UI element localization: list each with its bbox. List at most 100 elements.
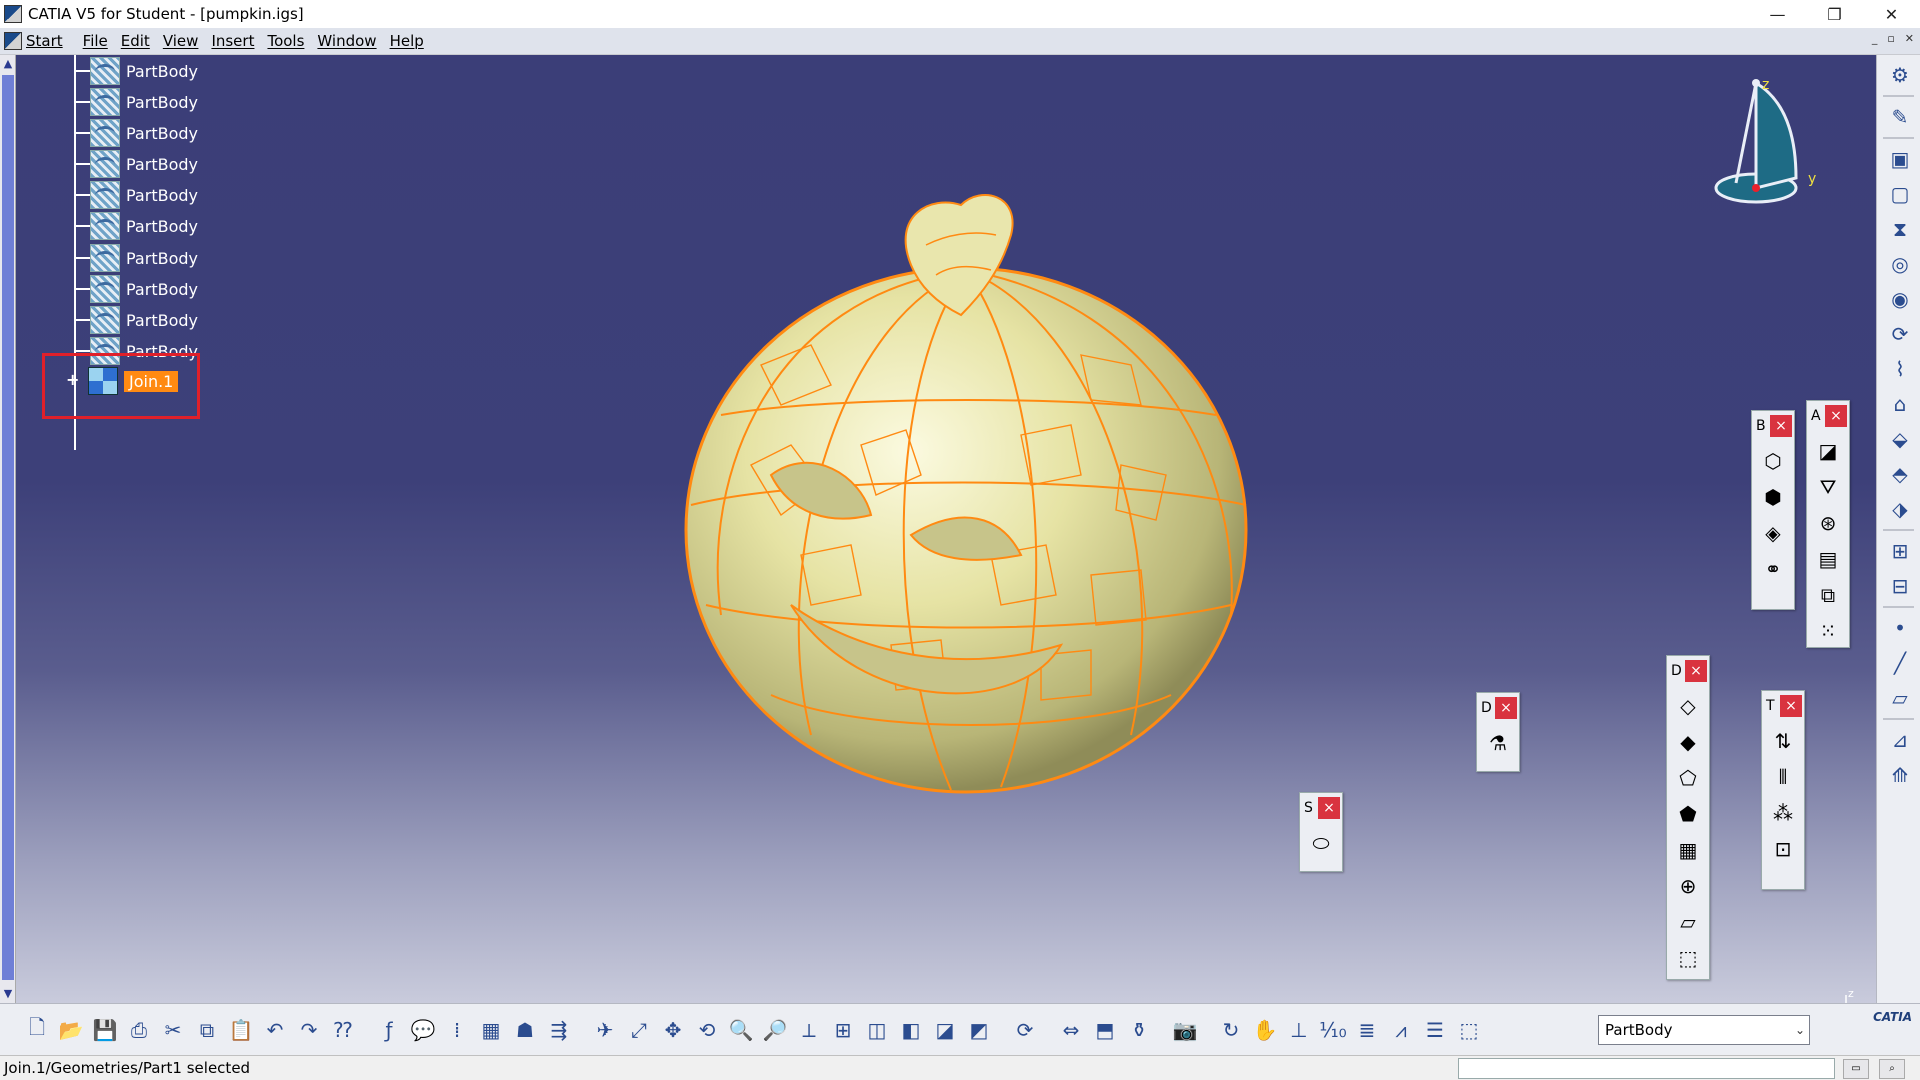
draft-analysis-icon[interactable]: ⚗ [1482,727,1514,759]
hole-icon[interactable]: ◉ [1885,284,1915,314]
close-button[interactable]: ✕ [1863,0,1920,28]
dressup-thickness-icon[interactable]: ▦ [1672,834,1704,866]
current-body-combo[interactable]: PartBody ⌄ [1598,1015,1810,1045]
analysis-surface-icon[interactable]: ◪ [1812,435,1844,467]
catalog-icon[interactable]: ☗ [510,1013,540,1047]
undo-icon[interactable]: ↶ [260,1013,290,1047]
tree-item-partbody[interactable]: PartBody [74,56,198,86]
axis-icon[interactable]: ⊥ [1284,1013,1314,1047]
tree-item-partbody[interactable]: PartBody [74,243,198,273]
floating-toolbar-b[interactable]: B × ⬡ ⬢ ◈ ⚭ [1751,410,1795,610]
groove-icon[interactable]: ◎ [1885,249,1915,279]
annotation-icon[interactable]: ⟰ [1885,760,1915,790]
mdi-restore-button[interactable]: ▫ [1887,32,1894,45]
solid-combine-icon[interactable]: ⬘ [1885,459,1915,489]
slot-icon[interactable]: ⌇ [1885,354,1915,384]
new-file-icon[interactable]: 🗋 [22,1013,52,1047]
floating-toolbar-a[interactable]: A × ◪ ⛛ ⊛ ▤ ⧉ ⁙ [1806,400,1850,648]
tree-item-partbody[interactable]: PartBody [74,118,198,148]
constraint-icon[interactable]: ⊿ [1885,725,1915,755]
tree-scrollbar[interactable]: ▲ ▼ [0,55,16,1003]
surface-based-icon[interactable]: ⬭ [1305,827,1337,859]
scroll-thumb[interactable] [2,75,14,980]
normal-view-icon[interactable]: ⟂ [794,1013,824,1047]
comment-icon[interactable]: 💬 [408,1013,438,1047]
snap-to-point-icon[interactable]: ⇔ [1056,1013,1086,1047]
compass-icon[interactable]: z y [1696,73,1836,213]
insert-body-icon[interactable]: ⊟ [1885,571,1915,601]
dressup-remove-face-icon[interactable]: ▱ [1672,906,1704,938]
iso-view-icon[interactable]: ◫ [862,1013,892,1047]
floating-toolbar-d1[interactable]: D × ◇ ◆ ⬠ ⬟ ▦ ⊕ ▱ ⬚ [1666,655,1710,980]
knowledge-icon[interactable]: ⁞ [442,1013,472,1047]
list-icon[interactable]: ☰ [1420,1013,1450,1047]
hide-show-icon[interactable]: ◪ [930,1013,960,1047]
redo-icon[interactable]: ↷ [294,1013,324,1047]
rotate-icon[interactable]: ⟲ [692,1013,722,1047]
dressup-chamfer-icon[interactable]: ◆ [1672,726,1704,758]
analysis-connect-icon[interactable]: ⊛ [1812,507,1844,539]
tree-item-partbody[interactable]: PartBody [74,149,198,179]
axis-system-icon[interactable]: ⊞ [1885,536,1915,566]
update-icon[interactable]: ⟳ [1010,1013,1040,1047]
open-folder-icon[interactable]: 📂 [56,1013,86,1047]
compass-toggle-icon[interactable]: ▭ [1843,1059,1869,1079]
union-trim-icon[interactable]: ⚭ [1757,553,1789,585]
toolbar-close-button[interactable]: × [1495,697,1517,719]
scroll-down-arrow[interactable]: ▼ [1,987,15,1001]
restore-button[interactable]: ❐ [1806,0,1863,28]
plane-icon[interactable]: ▱ [1885,683,1915,713]
dressup-replace-face-icon[interactable]: ⬚ [1672,942,1704,974]
chevron-down-icon[interactable]: ⌄ [1795,1016,1805,1044]
toolbar-close-button[interactable]: × [1780,695,1802,717]
dressup-thread-icon[interactable]: ⊕ [1672,870,1704,902]
search-icon[interactable]: ⌕ [1879,1059,1905,1079]
tree-item-partbody[interactable]: PartBody [74,305,198,335]
transform-scale-icon[interactable]: ⊡ [1767,833,1799,865]
graph-icon[interactable]: ⩘ [1386,1013,1416,1047]
bottle-icon[interactable]: ⚱ [1124,1013,1154,1047]
transform-translate-icon[interactable]: ⇅ [1767,725,1799,757]
tree-item-partbody[interactable]: PartBody [74,87,198,117]
swap-space-icon[interactable]: ◩ [964,1013,994,1047]
floating-toolbar-d2[interactable]: D × ⚗ [1476,692,1520,772]
pad-icon[interactable]: ▣ [1885,144,1915,174]
toolbar-close-button[interactable]: × [1685,660,1707,682]
table-icon[interactable]: ▦ [476,1013,506,1047]
toolbar-close-button[interactable]: × [1770,415,1792,437]
multi-section-icon[interactable]: ⬗ [1885,494,1915,524]
workbench-icon[interactable]: ⬒ [1090,1013,1120,1047]
work-object-icon[interactable]: ⬚ [1454,1013,1484,1047]
fit-all-icon[interactable]: ⤢ [624,1013,654,1047]
boolean-intersect-icon[interactable]: ◈ [1757,517,1789,549]
3d-viewport[interactable]: PartBody PartBody PartBody PartBody Part… [16,55,1876,1035]
paste-icon[interactable]: 📋 [226,1013,256,1047]
transform-pattern-icon[interactable]: ⁂ [1767,797,1799,829]
point-icon[interactable]: • [1885,613,1915,643]
camera-icon[interactable]: 📷 [1170,1013,1200,1047]
pan-icon[interactable]: ✥ [658,1013,688,1047]
dressup-draft-icon[interactable]: ⬠ [1672,762,1704,794]
hand-icon[interactable]: ✋ [1250,1013,1280,1047]
tree-item-partbody[interactable]: PartBody [74,180,198,210]
zoom-out-icon[interactable]: 🔎 [760,1013,790,1047]
sketcher-icon[interactable]: ✎ [1885,102,1915,132]
mdi-minimize-button[interactable]: _ [1872,32,1878,45]
menu-view[interactable]: View [163,32,212,50]
scroll-up-arrow[interactable]: ▲ [1,57,15,71]
dressup-shell-icon[interactable]: ⬟ [1672,798,1704,830]
floating-toolbar-s[interactable]: S × ⬭ [1299,792,1343,872]
measure-icon[interactable]: ⇶ [544,1013,574,1047]
analysis-draft-icon[interactable]: ▤ [1812,543,1844,575]
zoom-in-icon[interactable]: 🔍 [726,1013,756,1047]
tree-item-partbody[interactable]: PartBody [74,211,198,241]
rib-icon[interactable]: ⟳ [1885,319,1915,349]
loft-icon[interactable]: ⬙ [1885,424,1915,454]
minimize-button[interactable]: — [1749,0,1806,28]
analysis-curvature-icon[interactable]: ⛛ [1812,471,1844,503]
menu-edit[interactable]: Edit [121,32,163,50]
start-menu[interactable]: Start [4,32,63,50]
floating-toolbar-t[interactable]: T × ⇅ ⫴ ⁂ ⊡ [1761,690,1805,890]
refresh-icon[interactable]: ↻ [1216,1013,1246,1047]
pumpkin-model[interactable] [661,175,1261,795]
